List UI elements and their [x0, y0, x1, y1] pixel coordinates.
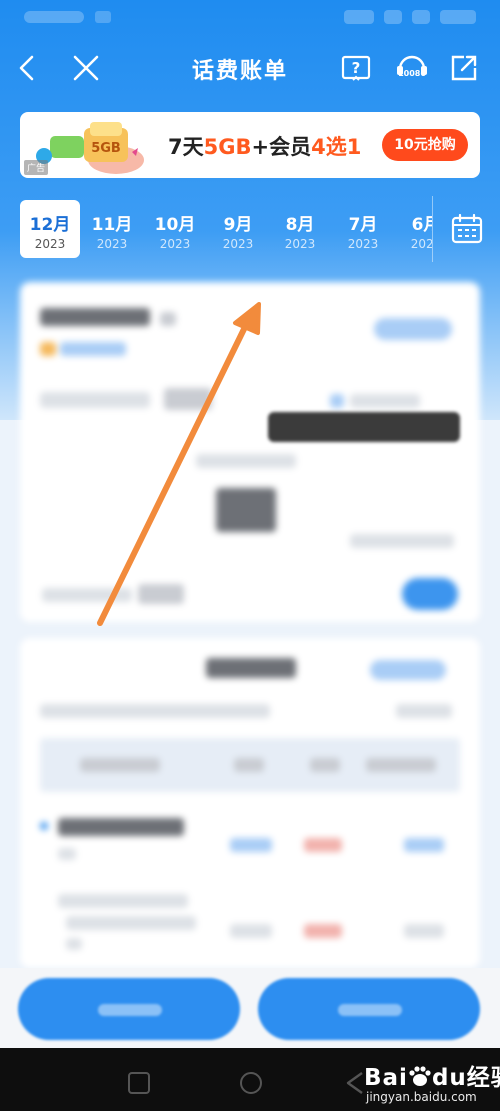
promo-buy-button[interactable]: 10元抢购	[382, 129, 468, 161]
baidu-jingyan-watermark: Bai du经验 jingyan.baidu.com	[364, 1058, 500, 1108]
tab-month-label: 8月	[285, 215, 315, 235]
tab-year-label: 2023	[347, 237, 379, 251]
month-tabs: 12月 2023 11月 2023 10月 2023 9月 2023 8月 20…	[0, 196, 432, 262]
status-icon	[95, 11, 111, 23]
calendar-button[interactable]	[432, 196, 500, 262]
tab-month-label: 11月	[91, 215, 133, 235]
promo-banner[interactable]: 5GB 广告 7天5GB+会员4选1 10元抢购	[20, 112, 480, 178]
status-indicators	[344, 10, 476, 24]
tab-month-label: 6月	[411, 215, 432, 235]
obscured-bill-content	[0, 270, 500, 970]
left-action-button[interactable]	[18, 978, 240, 1040]
tab-month-label: 9月	[223, 215, 253, 235]
tab-year-label: 2023	[222, 237, 254, 251]
tab-month-9[interactable]: 9月 2023	[208, 200, 268, 258]
tab-month-12[interactable]: 12月 2023	[20, 200, 80, 258]
tab-month-7[interactable]: 7月 2023	[333, 200, 393, 258]
tab-month-8[interactable]: 8月 2023	[270, 200, 330, 258]
tab-year-label: 2023	[410, 237, 432, 251]
tab-month-label: 10月	[154, 215, 196, 235]
tab-year-label: 2023	[34, 237, 66, 251]
tab-month-11[interactable]: 11月 2023	[82, 200, 142, 258]
navigation-bar: 话费账单 ? 10086	[0, 38, 500, 98]
watermark-brand: Bai du经验	[364, 1065, 500, 1091]
paw-icon	[409, 1066, 431, 1086]
customer-service-icon[interactable]: 10086	[394, 52, 430, 84]
tab-month-6[interactable]: 6月 2023	[396, 200, 432, 258]
right-action-button[interactable]	[258, 978, 480, 1040]
back-triangle-icon[interactable]	[344, 1070, 366, 1096]
svg-text:5GB: 5GB	[91, 141, 121, 156]
status-time	[24, 11, 84, 23]
help-icon[interactable]: ?	[340, 52, 372, 84]
watermark-url: jingyan.baidu.com	[366, 1090, 477, 1104]
ad-tag: 广告	[24, 160, 49, 175]
home-icon[interactable]	[240, 1072, 262, 1094]
tab-year-label: 2023	[96, 237, 128, 251]
svg-text:10086: 10086	[398, 69, 426, 78]
calendar-icon	[451, 214, 483, 244]
bill-detail-card	[20, 638, 480, 968]
recent-apps-icon[interactable]	[128, 1072, 150, 1094]
tab-month-label: 12月	[29, 215, 71, 235]
tab-year-label: 2023	[284, 237, 316, 251]
tooltip-popup	[268, 412, 460, 442]
status-bar	[0, 0, 500, 38]
svg-text:?: ?	[352, 59, 361, 77]
promo-text: 7天5GB+会员4选1	[168, 135, 362, 159]
share-icon[interactable]	[448, 52, 480, 84]
tab-month-label: 7月	[348, 215, 378, 235]
bill-summary-card	[20, 282, 480, 622]
tab-year-label: 2023	[159, 237, 191, 251]
tab-month-10[interactable]: 10月 2023	[145, 200, 205, 258]
